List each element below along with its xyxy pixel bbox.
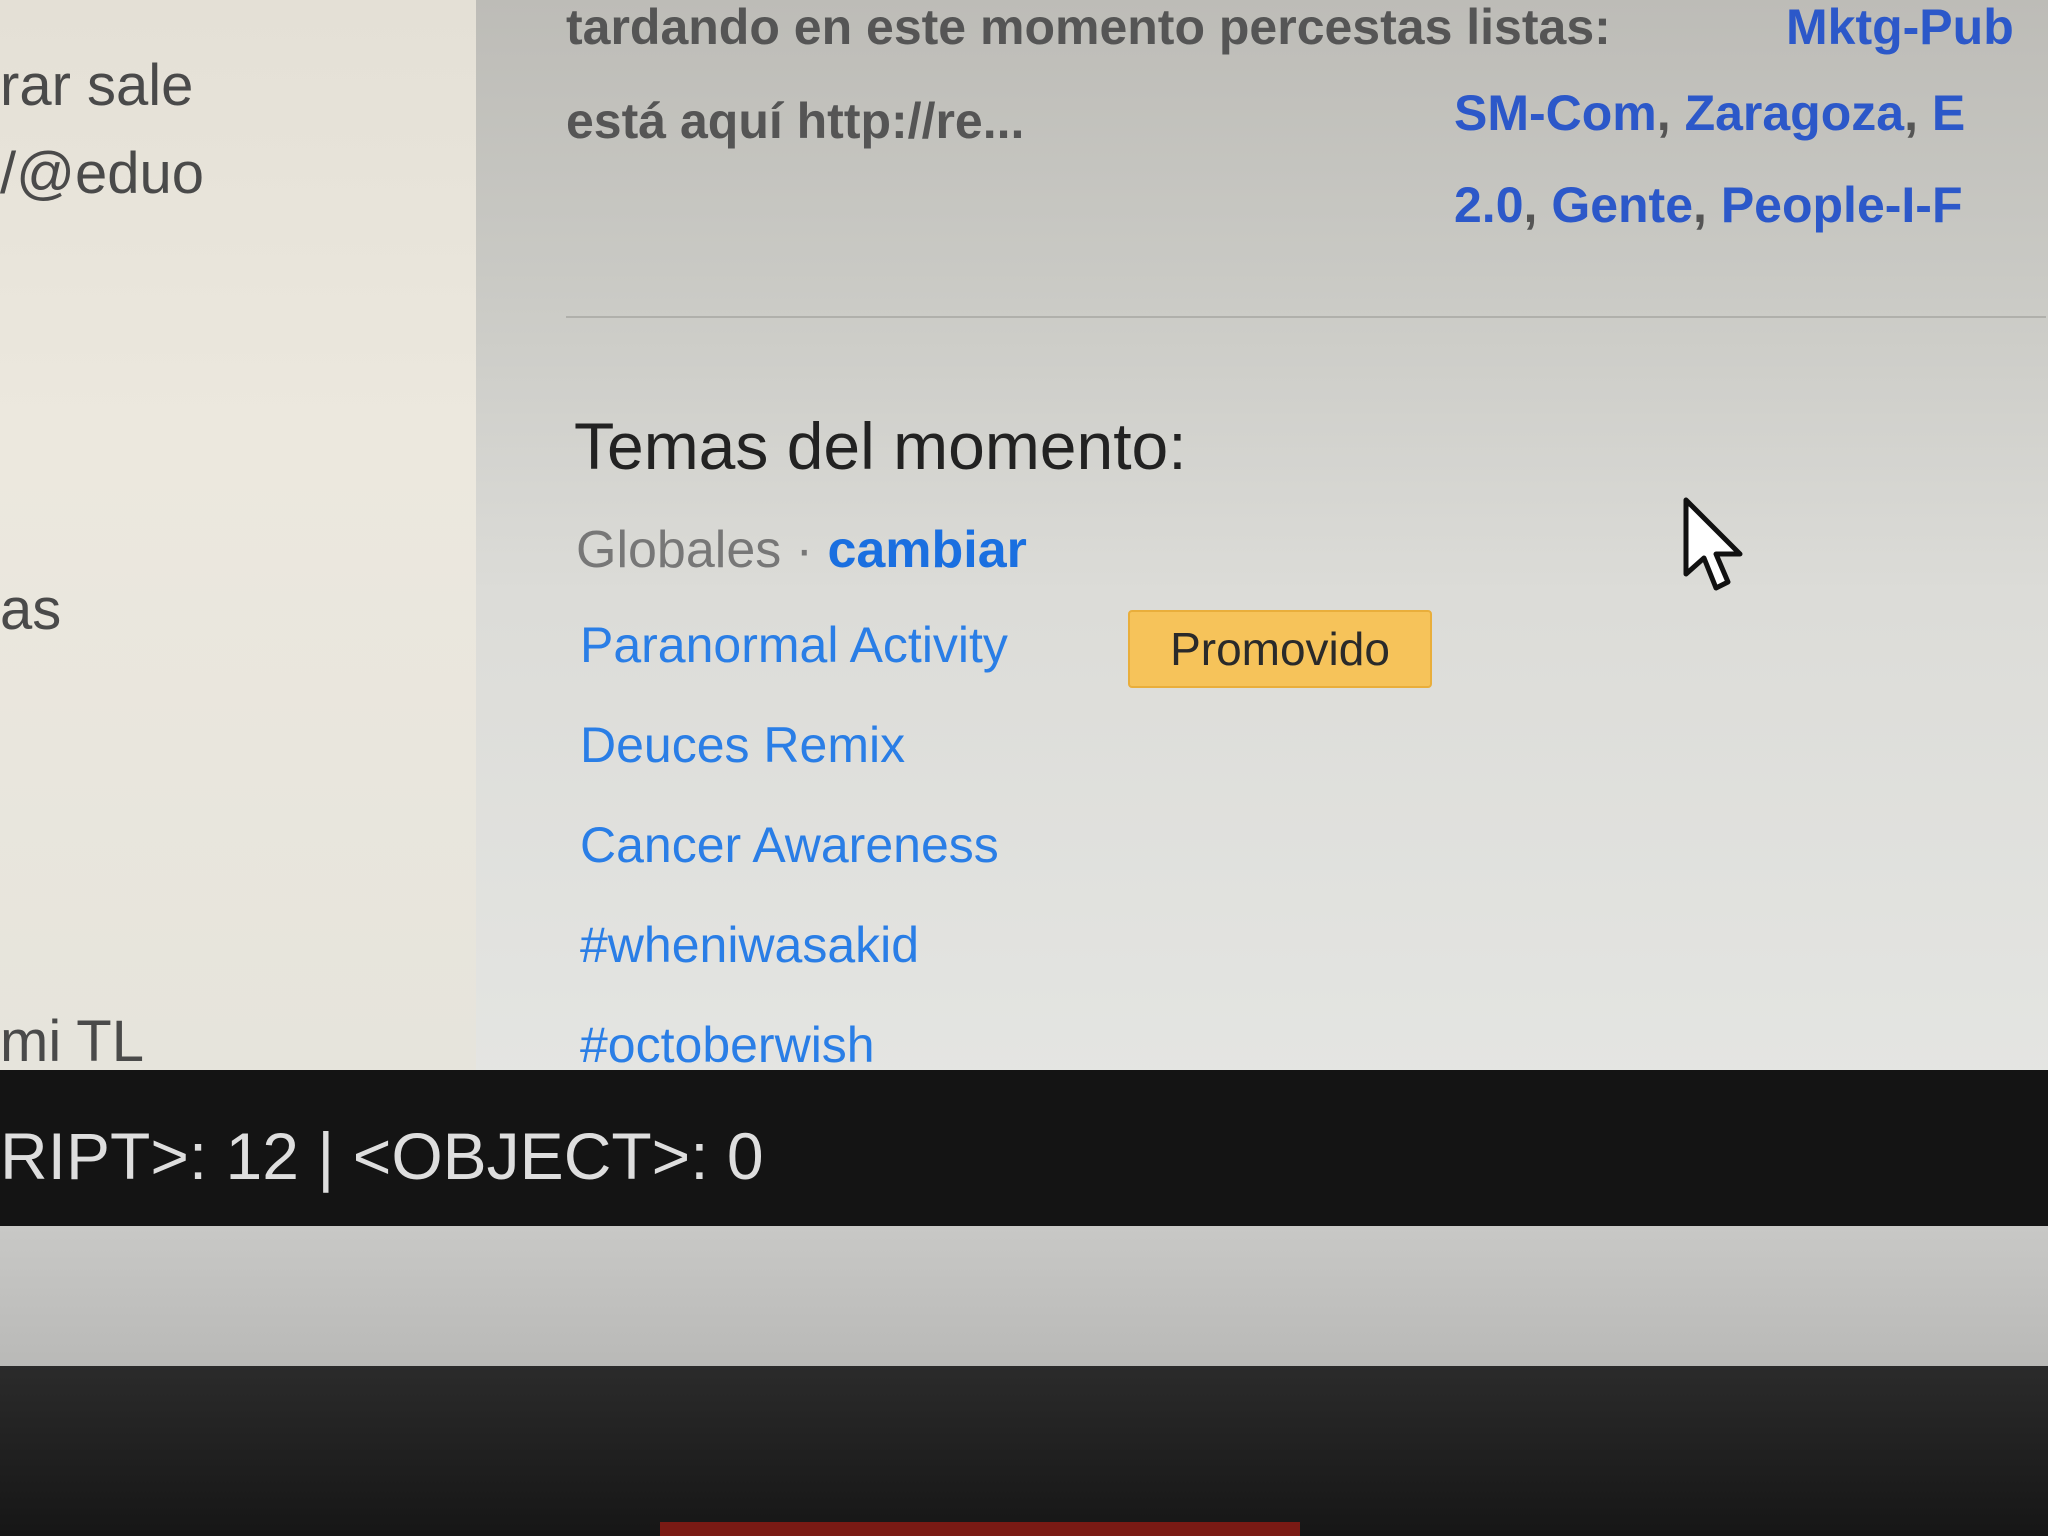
screen-bezel [0, 1366, 2048, 1536]
list-link[interactable]: Zaragoza [1685, 85, 1905, 141]
status-bar-text: RIPT>: 12 | <OBJECT>: 0 [0, 1119, 764, 1193]
taskbar-item [660, 1522, 1300, 1536]
list-link[interactable]: Gente [1551, 177, 1693, 233]
timeline-fragment: mi TL [0, 1009, 144, 1074]
main-column: rar sale /@eduo as mi TL [0, 0, 490, 1082]
latest-tweet-line-2: está aquí http://re... [566, 93, 1025, 149]
scope-separator: · [781, 521, 828, 579]
sidebar-fragment: as [0, 577, 62, 642]
list-link[interactable]: E [1932, 85, 1965, 141]
trend-item[interactable]: Cancer Awareness [580, 816, 999, 874]
trend-item[interactable]: Deuces Remix [580, 716, 905, 774]
trend-item[interactable]: #octoberwish [580, 1016, 875, 1074]
trends-scope: Globales · cambiar [576, 520, 1027, 580]
tweet-mention-fragment: /@eduo [0, 141, 205, 206]
list-link[interactable]: Mktg-Pub [1786, 0, 2014, 55]
divider [566, 316, 2046, 318]
trend-item[interactable]: Paranormal Activity [580, 616, 1008, 674]
list-link[interactable]: SM-Com [1454, 85, 1657, 141]
window-strip [0, 1226, 2048, 1368]
lists-line-3: 2.0, Gente, People-I-F [1454, 177, 1963, 233]
list-link[interactable]: People-I-F [1721, 177, 1963, 233]
trend-item[interactable]: #wheniwasakid [580, 916, 919, 974]
latest-tweet-line-1: tardando en este momento percestas lista… [566, 0, 1611, 55]
promoted-badge: Promovido [1128, 610, 1432, 688]
list-link[interactable]: 2.0 [1454, 177, 1524, 233]
lists-line-1: Mktg-Pub [1786, 0, 2014, 56]
arrow-pointer-icon [1683, 497, 1743, 591]
trends-title: Temas del momento: [574, 409, 1187, 483]
screen: rar sale /@eduo as mi TL tardando en est… [0, 0, 2048, 1536]
change-location-link[interactable]: cambiar [827, 521, 1026, 579]
tweet-text-fragment: rar sale [0, 53, 194, 118]
trends-scope-label: Globales [576, 521, 782, 579]
lists-line-2: SM-Com, Zaragoza, E [1454, 85, 1966, 141]
right-sidebar: tardando en este momento percestas lista… [476, 0, 2048, 1082]
